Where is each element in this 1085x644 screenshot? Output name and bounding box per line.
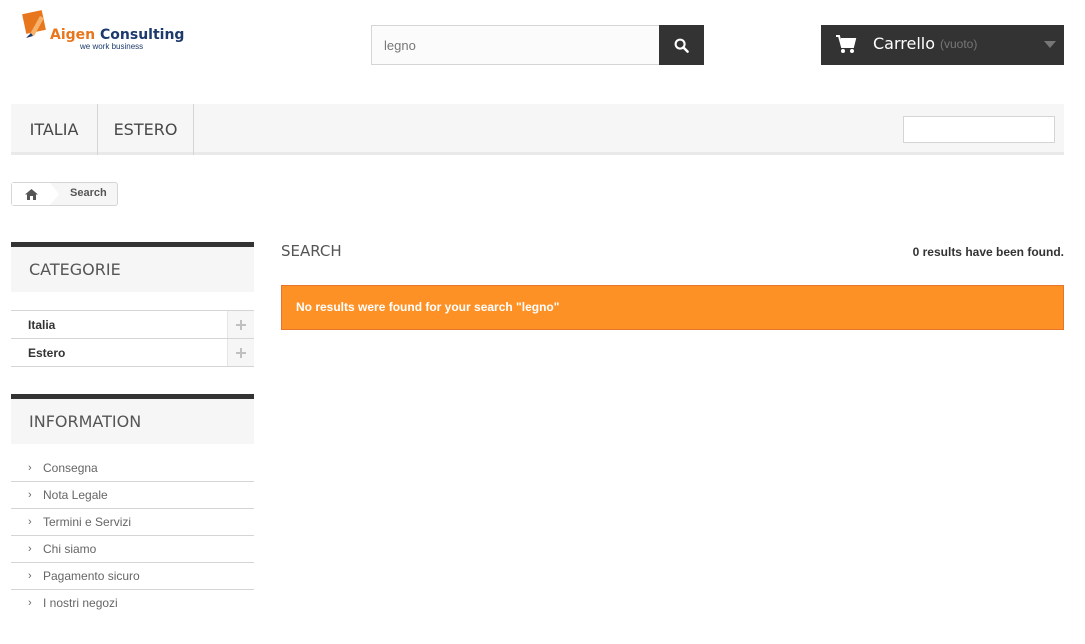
categories-title: CATEGORIE [11, 242, 254, 292]
result-count: 0 results have been found. [912, 245, 1064, 259]
plus-icon [236, 347, 246, 358]
logo[interactable]: Aigen Consulting we work business [22, 8, 185, 54]
chevron-right-icon: › [28, 543, 32, 555]
chevron-right-icon: › [28, 462, 32, 474]
info-link-consegna[interactable]: › Consegna [11, 455, 254, 482]
nav-item-italia[interactable]: ITALIA [11, 104, 98, 155]
cart-label: Carrello [873, 34, 936, 53]
category-item-italia[interactable]: Italia [11, 311, 254, 339]
page-title: SEARCH [281, 242, 342, 260]
information-title: INFORMATION [11, 394, 254, 444]
info-link-pagamento[interactable]: › Pagamento sicuro [11, 563, 254, 590]
info-link-termini[interactable]: › Termini e Servizi [11, 509, 254, 536]
nav-item-estero[interactable]: ESTERO [98, 104, 194, 155]
information-list: › Consegna › Nota Legale › Termini e Serviz… [11, 455, 254, 617]
logo-mark-icon [22, 10, 46, 38]
chevron-down-icon [1044, 41, 1056, 48]
expand-button[interactable] [227, 311, 254, 338]
chevron-right-icon: › [28, 570, 32, 582]
search-icon [674, 38, 689, 53]
info-link-chi-siamo[interactable]: › Chi siamo [11, 536, 254, 563]
categories-list: Italia Estero [11, 310, 254, 367]
category-label: Italia [28, 318, 56, 332]
search-box [371, 25, 704, 65]
no-results-alert: No results were found for your search "l… [281, 285, 1064, 330]
breadcrumb: Search [11, 182, 118, 206]
cart-icon [836, 35, 857, 53]
breadcrumb-separator [50, 183, 59, 205]
plus-icon [236, 319, 246, 330]
main-nav: ITALIA ESTERO [11, 104, 1064, 155]
cart-status: (vuoto) [940, 37, 978, 51]
cart-button[interactable]: Carrello (vuoto) [821, 25, 1064, 65]
logo-title: Aigen Consulting [50, 27, 185, 43]
info-link-nota-legale[interactable]: › Nota Legale [11, 482, 254, 509]
expand-button[interactable] [227, 339, 254, 366]
chevron-right-icon: › [28, 489, 32, 501]
home-icon [24, 188, 38, 200]
category-label: Estero [28, 346, 66, 360]
info-link-negozi[interactable]: › I nostri negozi [11, 590, 254, 617]
search-input[interactable] [372, 26, 660, 64]
nav-search-input[interactable] [903, 116, 1055, 143]
search-button[interactable] [659, 25, 704, 65]
category-item-estero[interactable]: Estero [11, 339, 254, 367]
breadcrumb-current: Search [70, 187, 107, 199]
breadcrumb-home[interactable] [12, 183, 50, 205]
logo-tagline: we work business [80, 42, 144, 51]
chevron-right-icon: › [28, 516, 32, 528]
chevron-right-icon: › [28, 597, 32, 609]
